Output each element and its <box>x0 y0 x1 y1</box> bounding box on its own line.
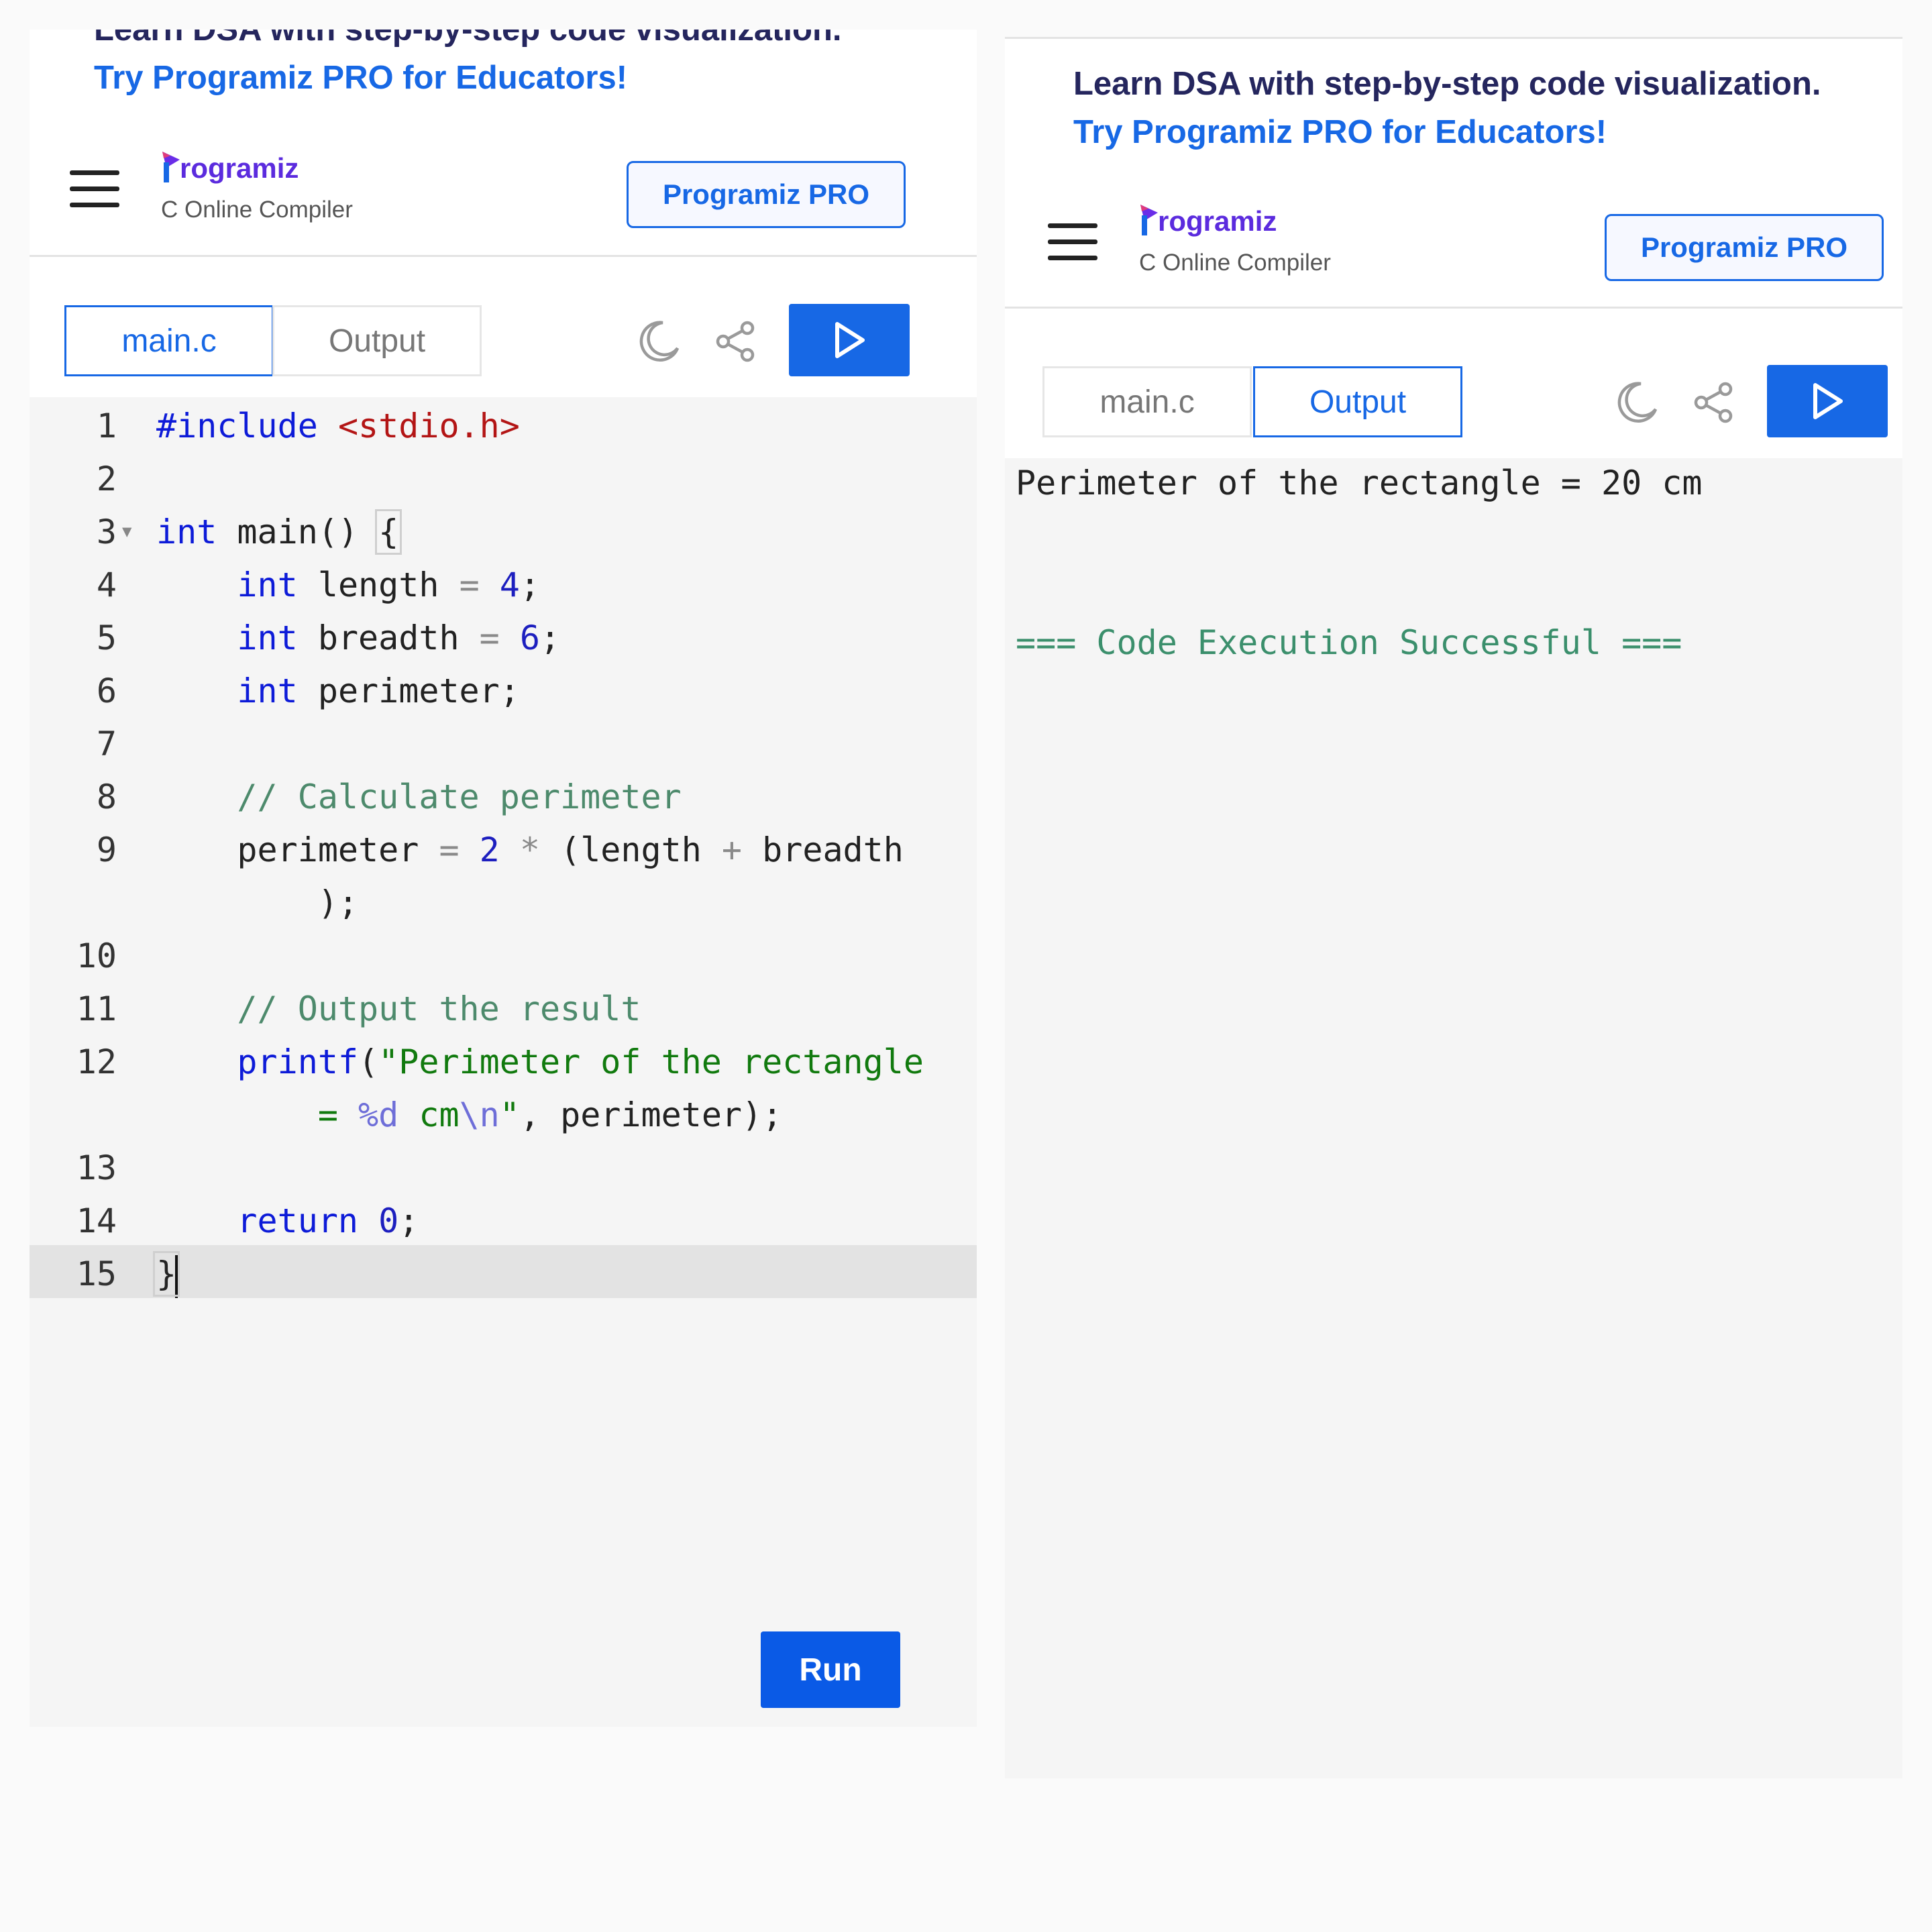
run-play-button[interactable] <box>1767 365 1888 437</box>
code-line: 2 <box>96 460 117 498</box>
hamburger-menu-icon[interactable] <box>70 170 119 208</box>
fold-arrow-icon[interactable]: ▼ <box>122 522 131 541</box>
text-cursor <box>175 1254 178 1298</box>
code-line-active: 15} <box>30 1245 977 1298</box>
play-icon <box>1813 383 1843 419</box>
code-line: 9 perimeter = 2 * (length + breadth <box>96 830 904 869</box>
compiler-subtitle: C Online Compiler <box>161 197 353 223</box>
code-line: 5 int breadth = 6; <box>96 619 561 657</box>
code-line: 10 <box>76 936 117 975</box>
promo-text: Learn DSA with step-by-step code visuali… <box>94 30 842 48</box>
promo-link[interactable]: Try Programiz PRO for Educators! <box>1073 108 1821 156</box>
tab-main-c[interactable]: main.c <box>64 305 274 376</box>
promo-text: Learn DSA with step-by-step code visuali… <box>1073 66 1821 102</box>
code-line: ); <box>156 883 359 922</box>
code-line: = %d cm\n", perimeter); <box>317 1095 783 1134</box>
share-icon[interactable] <box>712 319 758 364</box>
code-line: 13 <box>76 1148 117 1187</box>
moon-icon[interactable] <box>636 319 682 364</box>
tab-output[interactable]: Output <box>1253 366 1462 437</box>
execution-status: === Code Execution Successful === <box>1016 623 1682 662</box>
toolbar: main.c Output <box>1005 309 1902 456</box>
run-button[interactable]: Run <box>761 1631 900 1708</box>
toolbar: main.c Output <box>30 257 977 395</box>
share-icon[interactable] <box>1690 380 1736 425</box>
run-play-button[interactable] <box>789 304 910 376</box>
tab-main-c[interactable]: main.c <box>1042 366 1252 437</box>
output-console: Perimeter of the rectangle = 20 cm === C… <box>1005 458 1902 1778</box>
editor-screen: Learn DSA with step-by-step code visuali… <box>30 30 977 1727</box>
code-line: 14 return 0; <box>76 1201 419 1240</box>
hamburger-menu-icon[interactable] <box>1048 223 1097 261</box>
output-screen: Learn DSA with step-by-step code visuali… <box>1005 37 1902 1778</box>
programiz-logo[interactable]: rogramiz C Online Compiler <box>161 149 353 223</box>
brand-name: rogramiz <box>180 152 299 184</box>
code-line: 4 int length = 4; <box>96 566 540 604</box>
tab-output[interactable]: Output <box>272 305 482 376</box>
brand-name: rogramiz <box>1158 205 1277 237</box>
code-line: 1 #include <stdio.h> <box>96 407 520 445</box>
output-result: Perimeter of the rectangle = 20 cm <box>1016 464 1703 502</box>
programiz-logo[interactable]: rogramiz C Online Compiler <box>1139 202 1331 276</box>
code-editor[interactable]: 1 #include <stdio.h> 2 3 ▼ int main() { 4 i… <box>30 397 977 1727</box>
programiz-pro-button[interactable]: Programiz PRO <box>627 161 906 228</box>
top-divider <box>1005 37 1902 39</box>
code-line: 8 // Calculate perimeter <box>96 777 682 816</box>
programiz-pro-button[interactable]: Programiz PRO <box>1605 214 1884 281</box>
code-line: 6 int perimeter; <box>96 672 520 710</box>
compiler-subtitle: C Online Compiler <box>1139 250 1331 276</box>
promo-banner[interactable]: Learn DSA with step-by-step code visuali… <box>94 30 842 102</box>
moon-icon[interactable] <box>1614 380 1660 425</box>
play-icon <box>835 322 865 358</box>
promo-banner[interactable]: Learn DSA with step-by-step code visuali… <box>1073 60 1821 156</box>
promo-link[interactable]: Try Programiz PRO for Educators! <box>94 54 842 102</box>
code-line: 3 ▼ int main() { <box>96 509 402 555</box>
code-line: 7 <box>96 724 117 763</box>
code-line: 11 // Output the result <box>76 989 641 1028</box>
code-line: 12 printf("Perimeter of the rectangle <box>76 1042 924 1081</box>
